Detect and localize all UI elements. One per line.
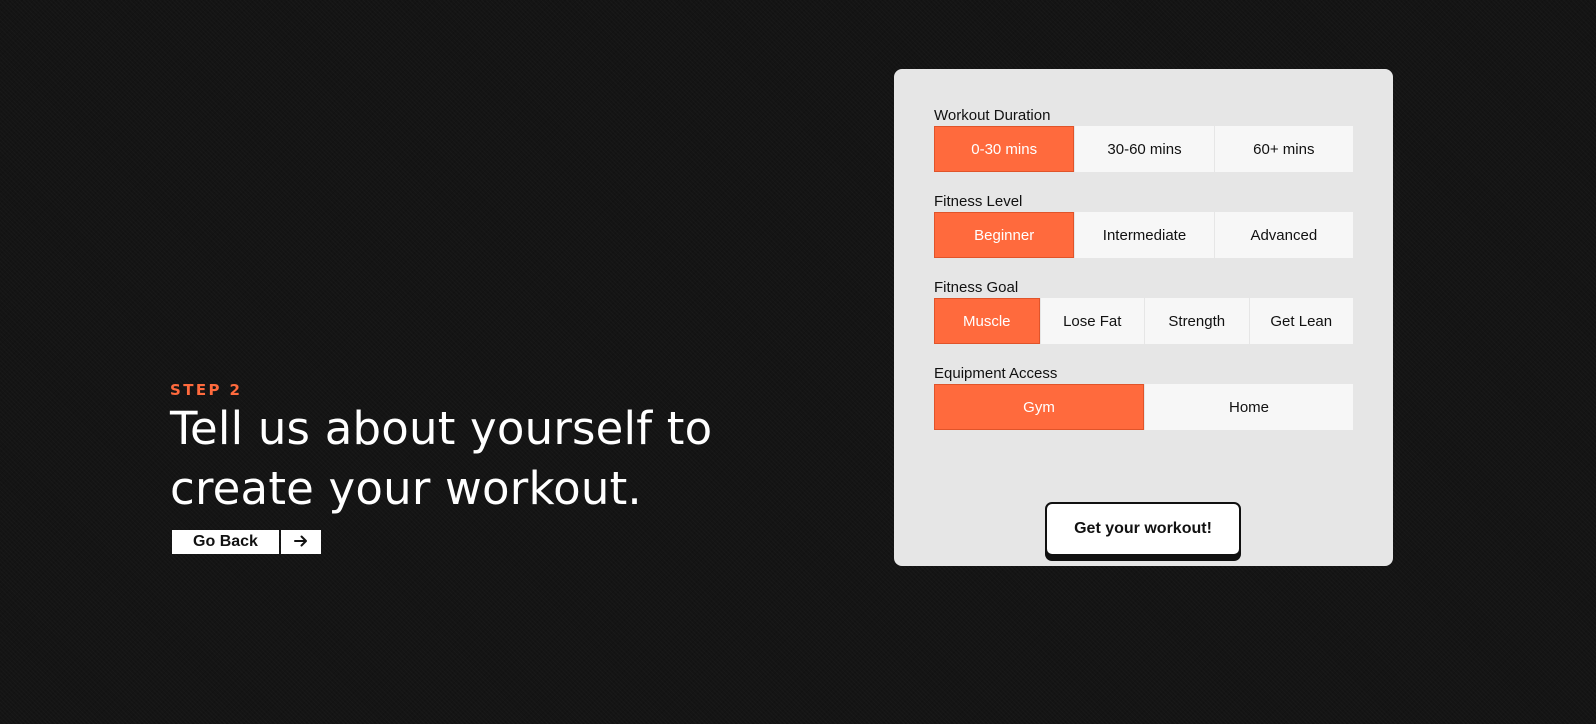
group-label: Fitness Goal	[934, 279, 1019, 296]
option-get-lean[interactable]: Get Lean	[1249, 298, 1353, 344]
step-label: STEP 2	[170, 381, 243, 399]
go-back-button[interactable]: Go Back	[172, 530, 279, 554]
option-advanced[interactable]: Advanced	[1214, 212, 1353, 258]
get-workout-button[interactable]: Get your workout!	[1045, 502, 1241, 556]
option-muscle[interactable]: Muscle	[934, 298, 1040, 344]
equipment-access-group: Equipment Access Gym Home	[934, 365, 1353, 430]
arrow-right-icon	[294, 535, 308, 550]
fitness-goal-group: Fitness Goal Muscle Lose Fat Strength Ge…	[934, 279, 1353, 344]
intro-section: STEP 2 Tell us about yourself to create …	[170, 381, 770, 554]
back-navigation: Go Back	[172, 530, 770, 554]
option-row: Gym Home	[934, 384, 1353, 430]
option-row: 0-30 mins 30-60 mins 60+ mins	[934, 126, 1353, 172]
option-row: Beginner Intermediate Advanced	[934, 212, 1353, 258]
option-home[interactable]: Home	[1145, 384, 1353, 430]
group-label: Workout Duration	[934, 107, 1051, 124]
option-row: Muscle Lose Fat Strength Get Lean	[934, 298, 1353, 344]
group-label: Fitness Level	[934, 193, 1023, 210]
option-strength[interactable]: Strength	[1145, 298, 1249, 344]
option-intermediate[interactable]: Intermediate	[1075, 212, 1214, 258]
option-30-60-mins[interactable]: 30-60 mins	[1075, 126, 1214, 172]
option-beginner[interactable]: Beginner	[934, 212, 1075, 258]
option-60-plus-mins[interactable]: 60+ mins	[1214, 126, 1353, 172]
workout-form-card: Workout Duration 0-30 mins 30-60 mins 60…	[894, 69, 1393, 566]
option-0-30-mins[interactable]: 0-30 mins	[934, 126, 1075, 172]
group-label: Equipment Access	[934, 365, 1058, 382]
option-gym[interactable]: Gym	[934, 384, 1144, 430]
fitness-level-group: Fitness Level Beginner Intermediate Adva…	[934, 193, 1353, 258]
arrow-button[interactable]	[281, 530, 321, 554]
page-title: Tell us about yourself to create your wo…	[170, 402, 713, 515]
option-lose-fat[interactable]: Lose Fat	[1040, 298, 1144, 344]
workout-duration-group: Workout Duration 0-30 mins 30-60 mins 60…	[934, 107, 1353, 172]
submit-wrapper: Get your workout!	[1045, 502, 1241, 561]
